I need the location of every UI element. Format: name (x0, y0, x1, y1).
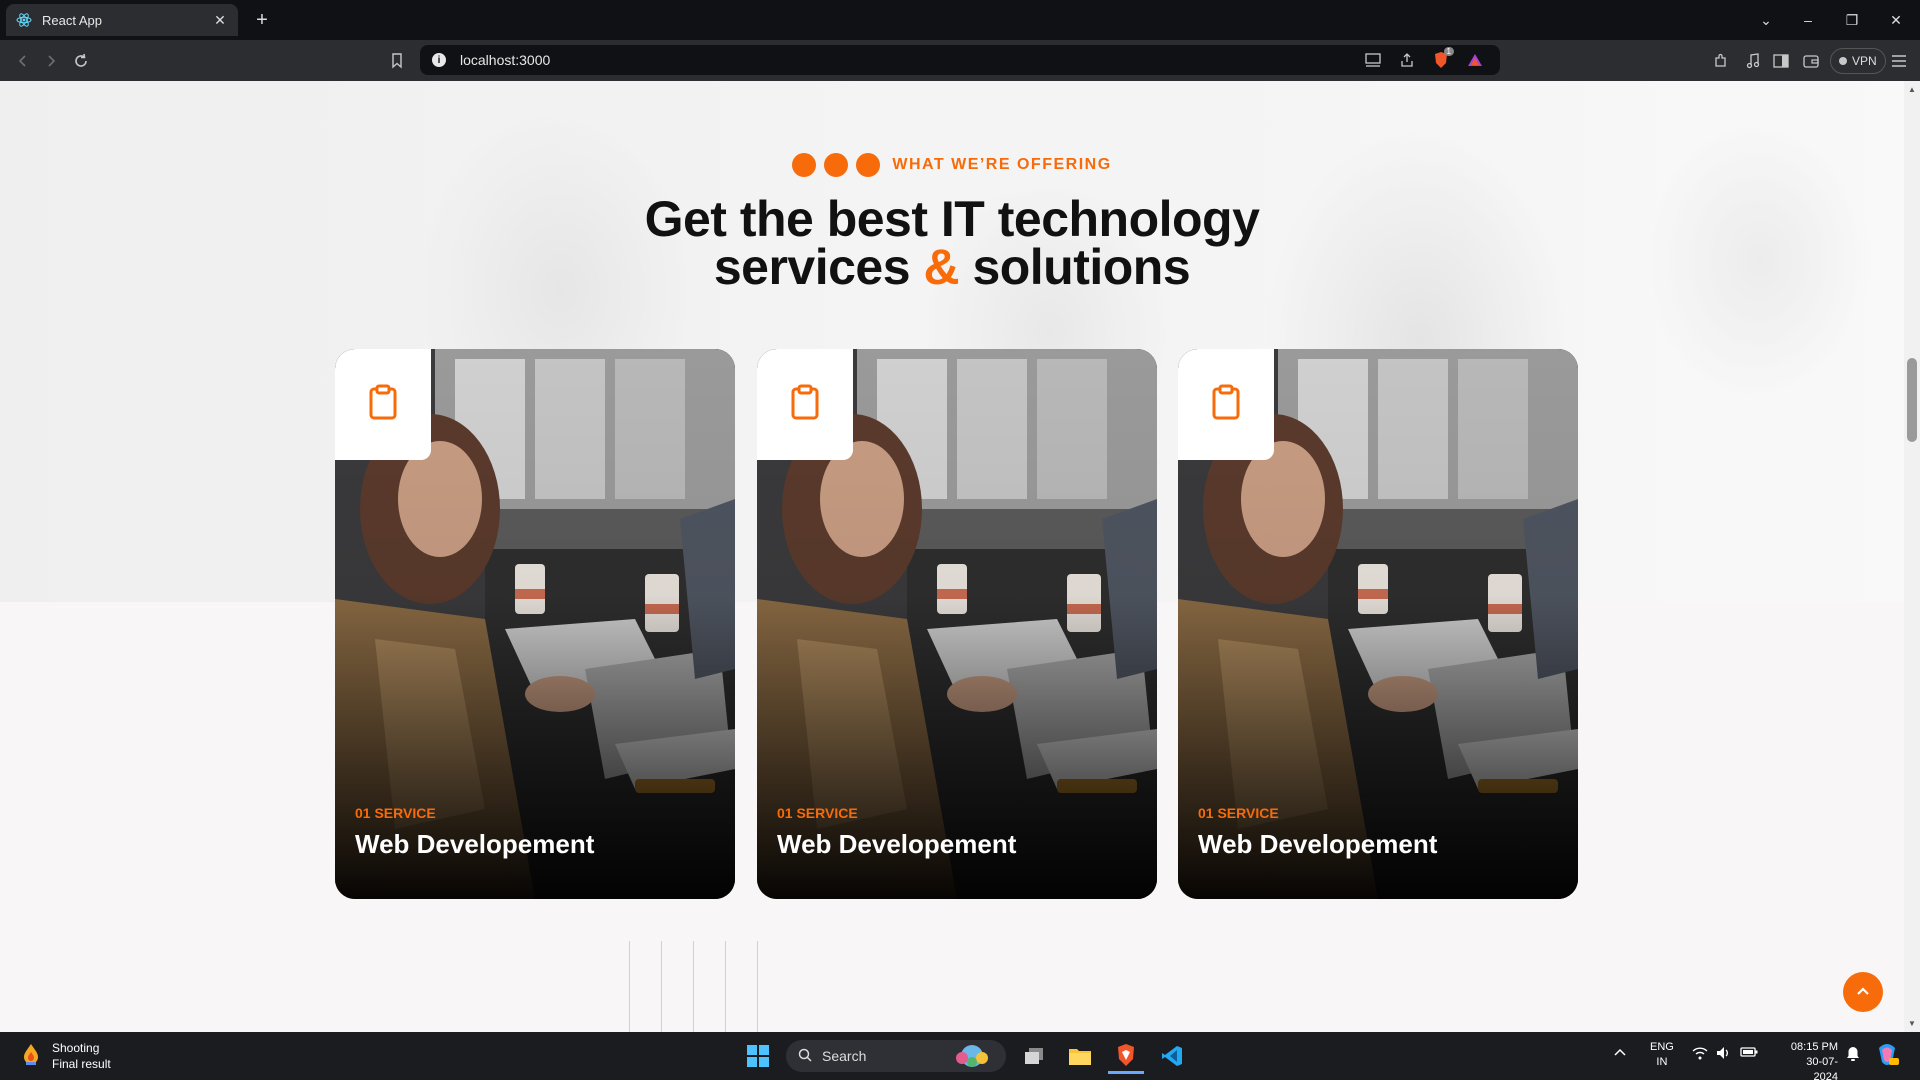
subtitle-text: WHAT WE’RE OFFERING (892, 156, 1112, 173)
weather-icon (20, 1042, 42, 1071)
menu-icon[interactable] (1886, 48, 1912, 74)
scrollbar-thumb[interactable] (1907, 358, 1917, 442)
reload-icon[interactable] (68, 48, 94, 74)
cast-icon[interactable] (1360, 47, 1386, 73)
service-card[interactable]: 01 SERVICE Web Developement (1178, 349, 1578, 899)
subtitle-dots (792, 153, 881, 177)
heading-line-2a: services (713, 239, 924, 295)
vpn-label: VPN (1852, 54, 1877, 68)
url-text[interactable]: localhost:3000 (460, 52, 1352, 68)
shields-badge: 1 (1443, 47, 1454, 56)
scroll-down-arrow-icon[interactable]: ▼ (1908, 1019, 1916, 1028)
dot (792, 153, 817, 177)
card-icon-box (1178, 349, 1274, 460)
heading-line-2b: solutions (959, 239, 1191, 295)
copilot-icon[interactable] (1874, 1042, 1900, 1073)
clipboard-icon (1211, 384, 1241, 425)
new-tab-button[interactable]: + (250, 8, 274, 32)
taskbar: Shooting Final result Search ENG IN 08:1… (0, 1032, 1920, 1080)
clock-time: 08:15 PM (1790, 1041, 1838, 1053)
decorative-line (757, 941, 758, 1032)
decorative-line (725, 941, 726, 1032)
file-explorer-icon[interactable] (1062, 1038, 1098, 1074)
service-card[interactable]: 01 SERVICE Web Developement (335, 349, 735, 899)
task-view-icon[interactable] (1016, 1038, 1052, 1074)
clock[interactable]: 08:15 PM 30-07-2024 (1782, 1040, 1838, 1080)
region-code: IN (1656, 1056, 1668, 1068)
brave-shields-icon[interactable]: 1 (1428, 47, 1454, 73)
chevron-up-icon (1856, 983, 1870, 1001)
browser-tab[interactable]: React App ✕ (6, 4, 238, 36)
bookmark-icon[interactable] (384, 48, 410, 74)
battery-icon (1740, 1046, 1758, 1065)
heading-ampersand: & (923, 239, 960, 295)
tab-title: React App (42, 12, 102, 28)
close-tab-icon[interactable]: ✕ (212, 12, 228, 28)
back-icon[interactable] (10, 48, 36, 74)
tray-chevron-up-icon[interactable] (1614, 1046, 1626, 1061)
browser-tab-bar: React App ✕ + ⌄ – ❐ ✕ (0, 0, 1920, 40)
forward-icon[interactable] (38, 48, 64, 74)
decorative-line (693, 941, 694, 1032)
service-title[interactable]: Web Developement (355, 829, 594, 860)
card-icon-box (335, 349, 431, 460)
address-bar[interactable]: i localhost:3000 1 (420, 45, 1500, 75)
close-window-button[interactable]: ✕ (1874, 0, 1918, 40)
system-tray-icons[interactable] (1692, 1046, 1758, 1065)
page-viewport: WHAT WE’RE OFFERING Get the best IT tech… (0, 81, 1904, 1032)
share-icon[interactable] (1394, 47, 1420, 73)
site-info-icon[interactable]: i (432, 53, 446, 67)
clock-date: 30-07-2024 (1806, 1056, 1838, 1080)
card-icon-box (757, 349, 853, 460)
taskbar-center: Search (740, 1038, 1190, 1074)
dot (856, 153, 881, 177)
decorative-line (629, 941, 630, 1032)
service-title[interactable]: Web Developement (777, 829, 1016, 860)
vpn-status-icon (1839, 57, 1847, 65)
language-indicator[interactable]: ENG IN (1650, 1040, 1674, 1070)
section-subtitle: WHAT WE’RE OFFERING (0, 153, 1904, 177)
wallet-icon[interactable] (1798, 48, 1824, 74)
service-number: 01 SERVICE (355, 805, 436, 821)
wifi-icon (1692, 1046, 1708, 1065)
clipboard-icon (790, 384, 820, 425)
minimize-button[interactable]: – (1786, 0, 1830, 40)
browser-toolbar: i localhost:3000 1 VPN (0, 40, 1920, 81)
restore-button[interactable]: ❐ (1830, 0, 1874, 40)
weather-title: Shooting (52, 1041, 100, 1055)
page-scrollbar[interactable]: ▲ ▼ (1904, 81, 1920, 1032)
section-heading: Get the best IT technology services & so… (0, 194, 1904, 292)
scroll-to-top-button[interactable] (1843, 972, 1883, 1012)
brave-rewards-icon[interactable] (1462, 47, 1488, 73)
service-title[interactable]: Web Developement (1198, 829, 1437, 860)
vscode-icon[interactable] (1154, 1038, 1190, 1074)
decorative-line (661, 941, 662, 1032)
language-code: ENG (1650, 1041, 1674, 1053)
search-placeholder: Search (822, 1048, 867, 1064)
vpn-button[interactable]: VPN (1830, 48, 1886, 74)
weather-widget[interactable]: Shooting Final result (20, 1040, 111, 1072)
service-number: 01 SERVICE (1198, 805, 1279, 821)
clipboard-icon (368, 384, 398, 425)
windows-start-icon[interactable] (740, 1038, 776, 1074)
extensions-icon[interactable] (1708, 48, 1734, 74)
tab-search-chevron-icon[interactable]: ⌄ (1744, 0, 1788, 40)
react-logo-icon (16, 12, 32, 28)
taskbar-search[interactable]: Search (786, 1040, 1006, 1072)
service-card[interactable]: 01 SERVICE Web Developement (757, 349, 1157, 899)
service-number: 01 SERVICE (777, 805, 858, 821)
volume-icon (1716, 1046, 1732, 1065)
sidebar-icon[interactable] (1768, 48, 1794, 74)
media-icon[interactable] (1740, 48, 1766, 74)
search-icon (798, 1048, 812, 1065)
notification-bell-icon[interactable] (1846, 1046, 1860, 1067)
scroll-up-arrow-icon[interactable]: ▲ (1908, 85, 1916, 94)
weather-subtitle: Final result (52, 1057, 111, 1071)
search-highlight-icon (950, 1042, 994, 1071)
brave-browser-icon[interactable] (1108, 1038, 1144, 1074)
dot (824, 153, 849, 177)
